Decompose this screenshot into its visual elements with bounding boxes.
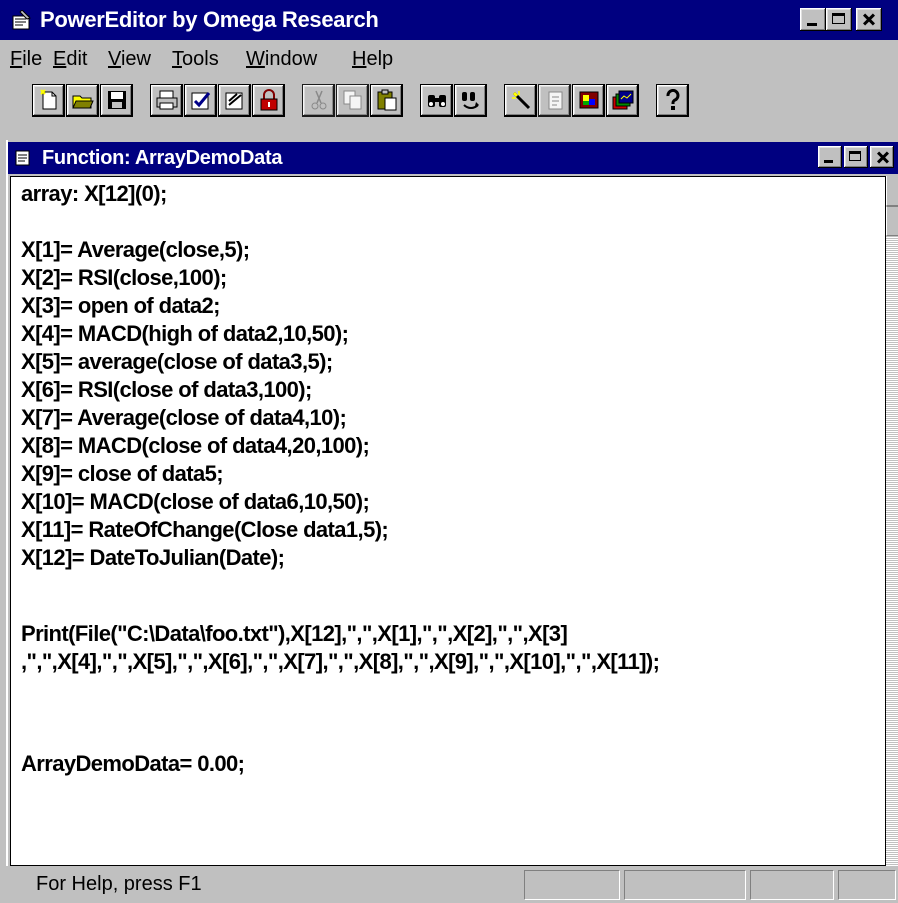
menu-file[interactable]: File bbox=[10, 48, 42, 71]
open-folder-icon bbox=[72, 95, 94, 109]
code-line[interactable]: X[9]= close of data5; bbox=[21, 461, 224, 491]
copy-button[interactable] bbox=[336, 84, 369, 117]
app-titlebar[interactable]: PowerEditor by Omega Research bbox=[0, 0, 898, 40]
status-text: For Help, press F1 bbox=[36, 873, 202, 895]
help-button[interactable] bbox=[656, 84, 689, 117]
menu-tools[interactable]: Tools bbox=[172, 48, 219, 71]
print-icon bbox=[156, 90, 178, 110]
save-disk-icon bbox=[108, 91, 126, 109]
close-icon bbox=[870, 146, 894, 168]
copy-icon bbox=[343, 90, 362, 110]
maximize-icon bbox=[849, 151, 861, 161]
doc-maximize-button[interactable] bbox=[844, 146, 868, 168]
code-line[interactable]: ,",",X[4],",",X[5],",",X[6],",",X[7],","… bbox=[21, 649, 660, 679]
menu-help[interactable]: Help bbox=[352, 48, 393, 71]
help-icon bbox=[666, 89, 680, 110]
menu-bar: File Edit View Tools Window Help bbox=[0, 40, 898, 78]
code-line[interactable]: array: X[12](0); bbox=[21, 181, 167, 211]
status-panel bbox=[624, 870, 746, 900]
dictionary-icon bbox=[579, 91, 599, 109]
menu-window[interactable]: Window bbox=[246, 48, 317, 71]
code-line[interactable]: ArrayDemoData= 0.00; bbox=[21, 751, 245, 781]
print-button[interactable] bbox=[150, 84, 183, 117]
scroll-thumb[interactable] bbox=[886, 206, 898, 236]
code-line[interactable]: X[8]= MACD(close of data4,20,100); bbox=[21, 433, 370, 463]
status-panel bbox=[750, 870, 834, 900]
paste-icon bbox=[377, 89, 397, 111]
status-panel bbox=[838, 870, 896, 900]
document-icon[interactable] bbox=[14, 150, 32, 166]
find-replace-button[interactable] bbox=[454, 84, 487, 117]
save-button[interactable] bbox=[100, 84, 133, 117]
open-button[interactable] bbox=[66, 84, 99, 117]
app-icon[interactable] bbox=[10, 9, 32, 30]
protect-button[interactable] bbox=[252, 84, 285, 117]
doc-close-button[interactable] bbox=[870, 146, 894, 168]
maximize-icon bbox=[832, 13, 845, 24]
new-button[interactable] bbox=[32, 84, 65, 117]
code-line[interactable]: X[4]= MACD(high of data2,10,50); bbox=[21, 321, 349, 351]
minimize-icon bbox=[824, 160, 833, 163]
code-line[interactable]: Print(File("C:\Data\foo.txt"),X[12],",",… bbox=[21, 621, 568, 651]
protect-lock-icon bbox=[260, 89, 278, 111]
code-line[interactable]: X[12]= DateToJulian(Date); bbox=[21, 545, 285, 575]
code-line[interactable]: X[6]= RSI(close of data3,100); bbox=[21, 377, 312, 407]
verify-all-button[interactable] bbox=[218, 84, 251, 117]
code-line[interactable]: X[1]= Average(close,5); bbox=[21, 237, 250, 267]
document-title: Function: ArrayDemoData bbox=[42, 147, 283, 169]
toolbar bbox=[0, 78, 898, 132]
status-panel bbox=[524, 870, 620, 900]
verify-icon bbox=[191, 92, 211, 110]
status-bar: For Help, press F1 bbox=[0, 866, 898, 903]
menu-view[interactable]: View bbox=[108, 48, 151, 71]
code-line[interactable]: X[2]= RSI(close,100); bbox=[21, 265, 227, 295]
find-replace-icon bbox=[462, 92, 479, 109]
minimize-button[interactable] bbox=[800, 8, 826, 31]
menu-edit[interactable]: Edit bbox=[53, 48, 87, 71]
code-line[interactable]: X[11]= RateOfChange(Close data1,5); bbox=[21, 517, 389, 547]
cut-button[interactable] bbox=[302, 84, 335, 117]
close-button[interactable] bbox=[856, 8, 882, 31]
wizard-button[interactable] bbox=[504, 84, 537, 117]
verify-button[interactable] bbox=[184, 84, 217, 117]
app-title: PowerEditor by Omega Research bbox=[40, 7, 379, 32]
chart-window-icon bbox=[612, 90, 634, 110]
vertical-scrollbar[interactable] bbox=[886, 176, 898, 866]
minimize-icon bbox=[807, 23, 817, 26]
document-titlebar[interactable]: Function: ArrayDemoData bbox=[8, 142, 898, 174]
dictionary-button[interactable] bbox=[572, 84, 605, 117]
wizard-wand-icon bbox=[512, 91, 531, 110]
paste-button[interactable] bbox=[370, 84, 403, 117]
doc-minimize-button[interactable] bbox=[818, 146, 842, 168]
find-icon bbox=[428, 95, 446, 107]
chart-window-button[interactable] bbox=[606, 84, 639, 117]
code-line[interactable]: X[10]= MACD(close of data6,10,50); bbox=[21, 489, 370, 519]
document-window: Function: ArrayDemoData array: X[12](0);… bbox=[6, 140, 898, 868]
code-editor[interactable]: array: X[12](0); X[1]= Average(close,5);… bbox=[10, 176, 886, 866]
find-button[interactable] bbox=[420, 84, 453, 117]
maximize-button[interactable] bbox=[826, 8, 852, 31]
close-icon bbox=[856, 8, 882, 31]
verify-all-icon bbox=[225, 92, 243, 110]
inserter-icon bbox=[548, 91, 563, 110]
scroll-up-arrow[interactable] bbox=[886, 176, 898, 206]
code-line[interactable]: X[5]= average(close of data3,5); bbox=[21, 349, 333, 379]
new-document-icon bbox=[40, 89, 57, 110]
code-line[interactable]: X[7]= Average(close of data4,10); bbox=[21, 405, 347, 435]
inserter-button[interactable] bbox=[538, 84, 571, 117]
cut-icon bbox=[311, 90, 327, 110]
code-line[interactable]: X[3]= open of data2; bbox=[21, 293, 220, 323]
